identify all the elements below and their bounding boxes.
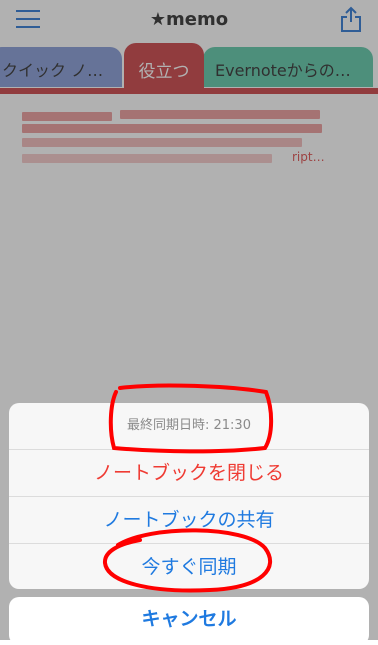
cancel-button[interactable]: キャンセル [9,597,369,645]
close-notebook-button[interactable]: ノートブックを閉じる [9,450,369,497]
sync-now-button[interactable]: 今すぐ同期 [9,544,369,589]
last-sync-time: 最終同期日時: 21:30 [9,403,369,450]
action-sheet: 最終同期日時: 21:30 ノートブックを閉じる ノートブックの共有 今すぐ同期 [9,403,369,589]
share-notebook-button[interactable]: ノートブックの共有 [9,497,369,544]
